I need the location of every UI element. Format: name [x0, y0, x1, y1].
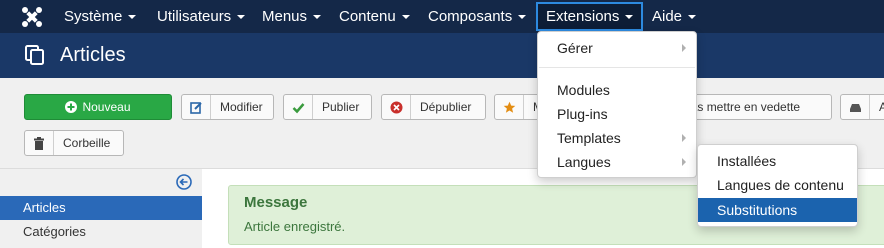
- menu-label: Composants: [428, 8, 513, 25]
- menu-menus[interactable]: Menus: [262, 0, 322, 33]
- caret-down-icon: [401, 15, 410, 20]
- dropdown-item-gerer[interactable]: Gérer: [538, 36, 696, 60]
- caret-down-icon: [625, 15, 634, 20]
- star-icon: [495, 95, 524, 119]
- menu-contenu[interactable]: Contenu: [339, 0, 410, 33]
- dropdown-item-plugins[interactable]: Plug-ins: [538, 102, 696, 126]
- dropdown-item-label: Gérer: [557, 40, 593, 56]
- submenu-arrow-icon: [682, 44, 686, 52]
- dropdown-item-templates[interactable]: Templates: [538, 126, 696, 150]
- submenu-item-substitutions[interactable]: Substitutions: [698, 198, 857, 222]
- sidebar-item-categories[interactable]: Catégories: [0, 220, 202, 244]
- submenu-item-content-languages[interactable]: Langues de contenu: [698, 173, 857, 197]
- caret-down-icon: [128, 15, 137, 20]
- menu-label: Menus: [262, 8, 308, 25]
- languages-submenu: Installées Langues de contenu Substituti…: [697, 144, 858, 227]
- archive-icon: [841, 95, 870, 119]
- collapse-sidebar-icon[interactable]: [176, 174, 192, 190]
- dropdown-item-modules[interactable]: Modules: [538, 78, 696, 102]
- archive-button[interactable]: A: [840, 94, 884, 120]
- dropdown-item-label: Langues: [557, 154, 611, 170]
- trash-button-label: Corbeille: [63, 136, 111, 150]
- menu-composants[interactable]: Composants: [428, 0, 527, 33]
- edit-button-label: Modifier: [220, 100, 263, 114]
- unpublish-icon: [382, 95, 411, 119]
- joomla-logo-icon[interactable]: [20, 5, 44, 29]
- extensions-dropdown: Gérer Modules Plug-ins Templates Langues: [537, 31, 697, 178]
- archive-button-label: A: [870, 95, 884, 119]
- unpublish-button-label: Dépublier: [420, 100, 472, 114]
- message-title: Message: [244, 194, 308, 211]
- menu-utilisateurs[interactable]: Utilisateurs: [157, 0, 246, 33]
- caret-down-icon: [688, 15, 697, 20]
- trash-icon: [25, 131, 54, 155]
- menu-extensions[interactable]: Extensions: [536, 2, 644, 31]
- top-navbar: Système Utilisateurs Menus Contenu Compo…: [0, 0, 884, 33]
- caret-down-icon: [518, 15, 527, 20]
- trash-button[interactable]: Corbeille: [24, 130, 124, 156]
- message-text: Article enregistré.: [244, 219, 346, 234]
- menu-label: Système: [64, 8, 123, 25]
- menu-label: Aide: [652, 8, 683, 25]
- dropdown-item-label: Templates: [557, 130, 621, 146]
- copy-icon: [25, 45, 44, 65]
- submenu-arrow-icon: [682, 158, 686, 166]
- menu-label: Extensions: [546, 8, 620, 25]
- page-header: Articles: [0, 33, 884, 78]
- menu-systeme[interactable]: Système: [64, 0, 137, 33]
- edit-button[interactable]: Modifier: [181, 94, 274, 120]
- publish-button[interactable]: Publier: [283, 94, 372, 120]
- submenu-arrow-icon: [682, 134, 686, 142]
- dropdown-divider: [539, 67, 695, 68]
- dropdown-item-langues[interactable]: Langues: [538, 150, 696, 174]
- check-icon: [284, 95, 313, 119]
- new-button[interactable]: Nouveau: [24, 94, 172, 120]
- unpublish-button[interactable]: Dépublier: [381, 94, 486, 120]
- page-title: Articles: [60, 44, 126, 66]
- publish-button-label: Publier: [322, 100, 360, 114]
- menu-label: Contenu: [339, 8, 396, 25]
- caret-down-icon: [313, 15, 322, 20]
- menu-label: Utilisateurs: [157, 8, 232, 25]
- sidebar-item-articles[interactable]: Articles: [0, 196, 202, 220]
- submenu-item-installees[interactable]: Installées: [698, 149, 857, 173]
- menu-aide[interactable]: Aide: [652, 0, 697, 33]
- edit-icon: [182, 95, 211, 119]
- caret-down-icon: [237, 15, 246, 20]
- sidebar: Articles Catégories: [0, 169, 202, 248]
- new-button-label: Nouveau: [82, 100, 131, 114]
- plus-circle-icon: [65, 101, 78, 113]
